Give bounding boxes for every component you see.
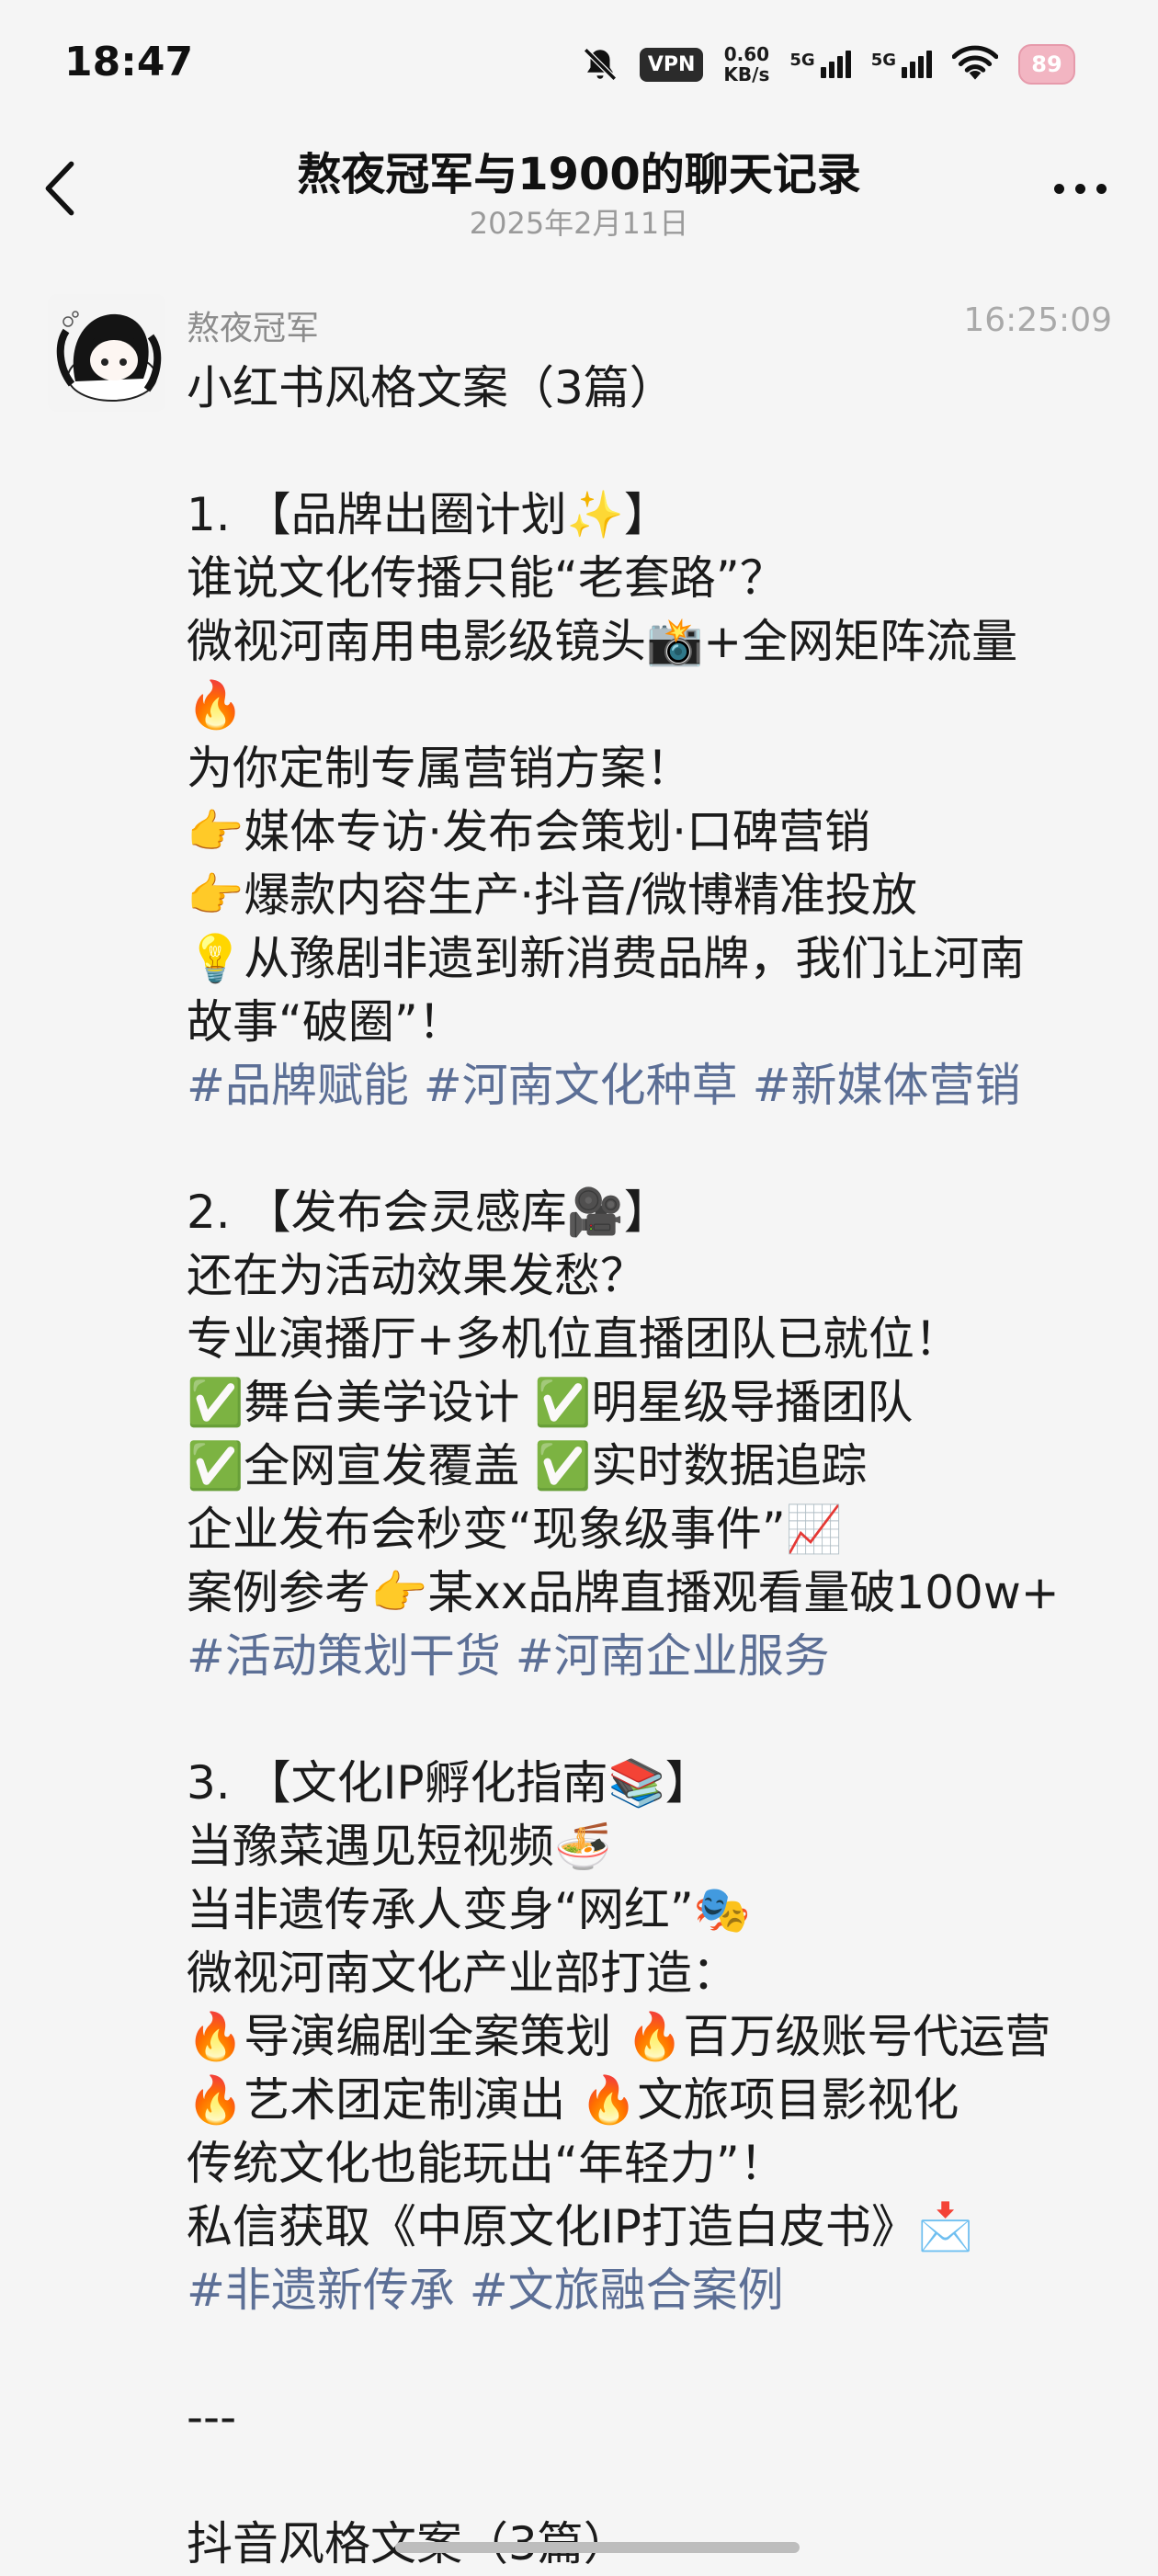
battery-indicator: 89 (1018, 44, 1075, 85)
speed-unit: KB/s (723, 63, 770, 85)
message-line: --- (187, 2390, 237, 2444)
message-line: 为你定制专属营销方案！ (187, 742, 692, 795)
more-dots-icon[interactable] (1039, 165, 1121, 211)
message-line: 1. 【品牌出圈计划✨】 (187, 488, 670, 541)
network-speed: 0.60 KB/s (723, 44, 769, 85)
message-body[interactable]: 小红书风格文案（3篇） 1. 【品牌出圈计划✨】谁说文化传播只能“老套路”？ 微视河… (187, 357, 1115, 2576)
home-indicator[interactable] (395, 2542, 800, 2553)
avatar[interactable] (48, 294, 165, 412)
message-line (187, 2449, 1115, 2513)
signal-2: 5G (871, 51, 932, 78)
message-line: 当非遗传承人变身“网红”🎭 (187, 1883, 752, 1936)
message-line: 2. 【发布会灵感库🎥】 (187, 1186, 670, 1239)
message-line: 🔥导演编剧全案策划 🔥百万级账号代运营 (187, 2010, 1051, 2063)
message-line: 微视河南用电影级镜头📸+全网矩阵流量 (187, 615, 1018, 668)
message-line: 还在为活动效果发愁？ (187, 1249, 646, 1302)
message-line: 专业演播厅+多机位直播团队已就位！ (187, 1312, 960, 1366)
message-line: 🔥艺术团定制演出 🔥文旅项目影视化 (187, 2073, 959, 2127)
message-line: #品牌赋能 #河南文化种草 #新媒体营销 (187, 1059, 1021, 1112)
message-line: 小红书风格文案（3篇） (187, 361, 676, 414)
message-line: 微视河南文化产业部打造： (187, 1946, 738, 2000)
message-timestamp: 16:25:09 (963, 301, 1112, 339)
page-title: 熬夜冠军与1900的聊天记录 (297, 149, 861, 200)
signal-1-label: 5G (789, 51, 815, 70)
page-date: 2025年2月11日 (469, 206, 689, 241)
message-line: 企业发布会秒变“现象级事件”📈 (187, 1503, 844, 1556)
status-bar: 18:47 VPN 0.60 KB/s 5G 5G 89 (0, 0, 1158, 138)
signal-2-label: 5G (870, 51, 896, 70)
message-line: 👉爆款内容生产·抖音/微博精准投放 (187, 868, 917, 922)
message-line: 案例参考👉某xx品牌直播观看量破100w+ (187, 1566, 1060, 1619)
signal-1: 5G (789, 51, 851, 78)
message-line (187, 1688, 1115, 1752)
bell-off-icon (583, 48, 617, 81)
message-line: 💡从豫剧非遗到新消费品牌，我们让河南 (187, 932, 1026, 985)
message-line: #非遗新传承 #文旅融合案例 (187, 2264, 784, 2317)
message-line: 3. 【文化IP孵化指南📚】 (187, 1756, 711, 1810)
message-line: 谁说文化传播只能“老套路”？ (187, 551, 786, 605)
message-line (187, 420, 1115, 483)
status-time: 18:47 (64, 39, 194, 85)
vpn-badge: VPN (639, 47, 704, 82)
message-line: ✅舞台美学设计 ✅明星级导播团队 (187, 1376, 914, 1429)
message-line (187, 1118, 1115, 1181)
message-line (187, 2322, 1115, 2386)
message-line: 🔥 (187, 678, 244, 732)
message-line: 故事“破圈”！ (187, 995, 464, 1049)
avatar-illustration (48, 294, 165, 412)
chat-header: 熬夜冠军与1900的聊天记录 2025年2月11日 (0, 129, 1158, 248)
message-line: 当豫菜遇见短视频🍜 (187, 1820, 612, 1873)
message-line: 👉媒体专访·发布会策划·口碑营销 (187, 805, 871, 858)
message-line: ✅全网宣发覆盖 ✅实时数据追踪 (187, 1439, 868, 1492)
status-icons: VPN 0.60 KB/s 5G 5G 89 (581, 37, 1075, 92)
message-line: 传统文化也能玩出“年轻力”！ (187, 2137, 786, 2190)
speed-value: 0.60 (723, 43, 770, 65)
message-line: #活动策划干货 #河南企业服务 (187, 1629, 830, 1683)
wifi-icon (952, 45, 998, 80)
message-line: 私信获取《中原文化IP打造白皮书》📩 (187, 2200, 975, 2253)
sender-name: 熬夜冠军 (187, 310, 320, 347)
